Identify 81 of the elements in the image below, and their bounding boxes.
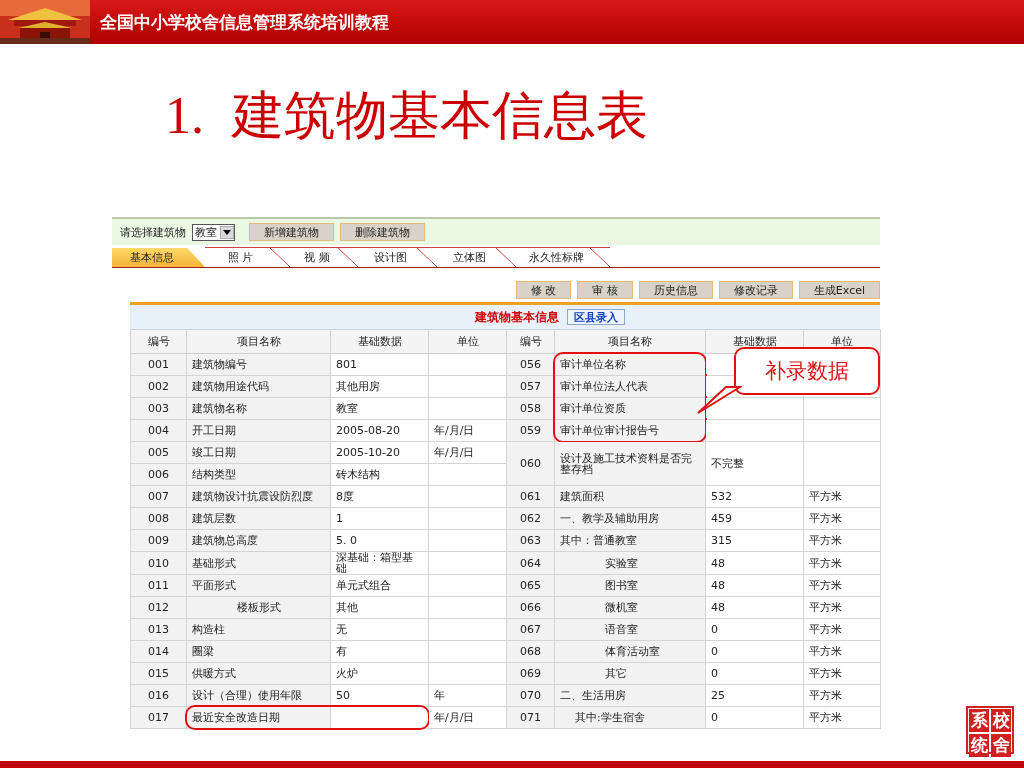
- table-cell: 建筑层数: [186, 507, 331, 530]
- table-cell: 构造柱: [186, 618, 331, 641]
- table-cell: 微机室: [554, 596, 706, 619]
- column-header: 项目名称: [554, 329, 706, 354]
- table-cell: 开工日期: [186, 419, 331, 442]
- table-cell: 语音室: [554, 618, 706, 641]
- slide-number: 1.: [165, 86, 204, 146]
- tab[interactable]: 立体图: [437, 247, 516, 267]
- callout-text: 补录数据: [765, 358, 849, 385]
- table-cell: 设计（合理）使用年限: [186, 684, 331, 707]
- table-cell: 016: [130, 684, 187, 707]
- action-button[interactable]: 修改记录: [718, 281, 793, 299]
- county-entry-button[interactable]: 区县录入: [567, 309, 625, 325]
- table-cell: 建筑物用途代码: [186, 375, 331, 398]
- table-cell: 011: [130, 574, 187, 597]
- table-cell: 设计及施工技术资料是否完整存档: [554, 441, 706, 486]
- table-cell: 审计单位名称: [554, 353, 706, 376]
- action-button[interactable]: 历史信息: [638, 281, 713, 299]
- table-cell: 审计单位法人代表: [554, 375, 706, 398]
- table-cell: 004: [130, 419, 187, 442]
- table-cell: 供暖方式: [186, 662, 331, 685]
- table-cell: 014: [130, 640, 187, 663]
- table-cell: 010: [130, 551, 187, 575]
- table-cell: 实验室: [554, 551, 706, 575]
- table-cell: 006: [130, 463, 187, 486]
- header-title: 全国中小学校舍信息管理系统培训教程: [100, 10, 389, 34]
- toolbar-button[interactable]: 新增建筑物: [249, 223, 334, 241]
- table-cell: 001: [130, 353, 187, 376]
- action-button[interactable]: 生成Excel: [798, 281, 880, 299]
- table-cell: 其中:学生宿舍: [554, 706, 706, 729]
- slide-title: 建筑物基本信息表: [232, 86, 648, 146]
- table-cell: 建筑物编号: [186, 353, 331, 376]
- table-cell: 一、教学及辅助用房: [554, 507, 706, 530]
- action-button[interactable]: 修 改: [515, 281, 572, 299]
- table-cell: 003: [130, 397, 187, 420]
- table-cell: 其中：普通教室: [554, 529, 706, 552]
- table-cell: 013: [130, 618, 187, 641]
- table-cell: 002: [130, 375, 187, 398]
- table-cell: 建筑物总高度: [186, 529, 331, 552]
- tab[interactable]: 基本信息: [112, 247, 205, 267]
- table-cell: 建筑面积: [554, 485, 706, 508]
- action-button[interactable]: 审 核: [577, 281, 633, 299]
- column-header: 基础数据: [330, 329, 429, 354]
- column-header: 项目名称: [186, 329, 331, 354]
- table-cell: 审计单位审计报告号: [554, 419, 706, 442]
- tab[interactable]: 设计图: [358, 247, 437, 267]
- table-cell: 009: [130, 529, 187, 552]
- building-label: 请选择建筑物: [120, 224, 186, 240]
- table-cell: 平面形式: [186, 574, 331, 597]
- table-cell: 017: [130, 706, 187, 729]
- dropdown-icon: [220, 225, 234, 239]
- table-cell: 竣工日期: [186, 441, 331, 464]
- tab[interactable]: 永久性标牌: [516, 247, 610, 267]
- table-cell: 建筑物名称: [186, 397, 331, 420]
- table-cell: 圈梁: [186, 640, 331, 663]
- column-header: 编号: [130, 329, 187, 354]
- table-cell: 015: [130, 662, 187, 685]
- panel-title: 建筑物基本信息: [475, 308, 559, 326]
- table-cell: 005: [130, 441, 187, 464]
- table-cell: 结构类型: [186, 463, 331, 486]
- building-select[interactable]: 教室: [192, 223, 235, 241]
- table-cell: 审计单位资质: [554, 397, 706, 420]
- table-cell: 楼板形式: [186, 596, 331, 619]
- table-cell: 最近安全改造日期: [186, 706, 331, 729]
- table-cell: 007: [130, 485, 187, 508]
- table-cell: 体育活动室: [554, 640, 706, 663]
- tab[interactable]: 照 片: [205, 247, 290, 267]
- column-header: 编号: [506, 329, 555, 354]
- tab[interactable]: 视 频: [290, 247, 358, 267]
- table-cell: 图书室: [554, 574, 706, 597]
- table-cell: 二、生活用房: [554, 684, 706, 707]
- table-cell: 060: [506, 441, 555, 486]
- table-cell: 012: [130, 596, 187, 619]
- toolbar-button[interactable]: 删除建筑物: [340, 223, 425, 241]
- table-cell: 其它: [554, 662, 706, 685]
- column-header: 单位: [428, 329, 507, 354]
- table-cell: 不完整: [705, 441, 804, 486]
- table-cell: 建筑物设计抗震设防烈度: [186, 485, 331, 508]
- table-cell: 008: [130, 507, 187, 530]
- seal-logo: 系 校 统 舍: [966, 706, 1014, 754]
- table-cell: 基础形式: [186, 551, 331, 575]
